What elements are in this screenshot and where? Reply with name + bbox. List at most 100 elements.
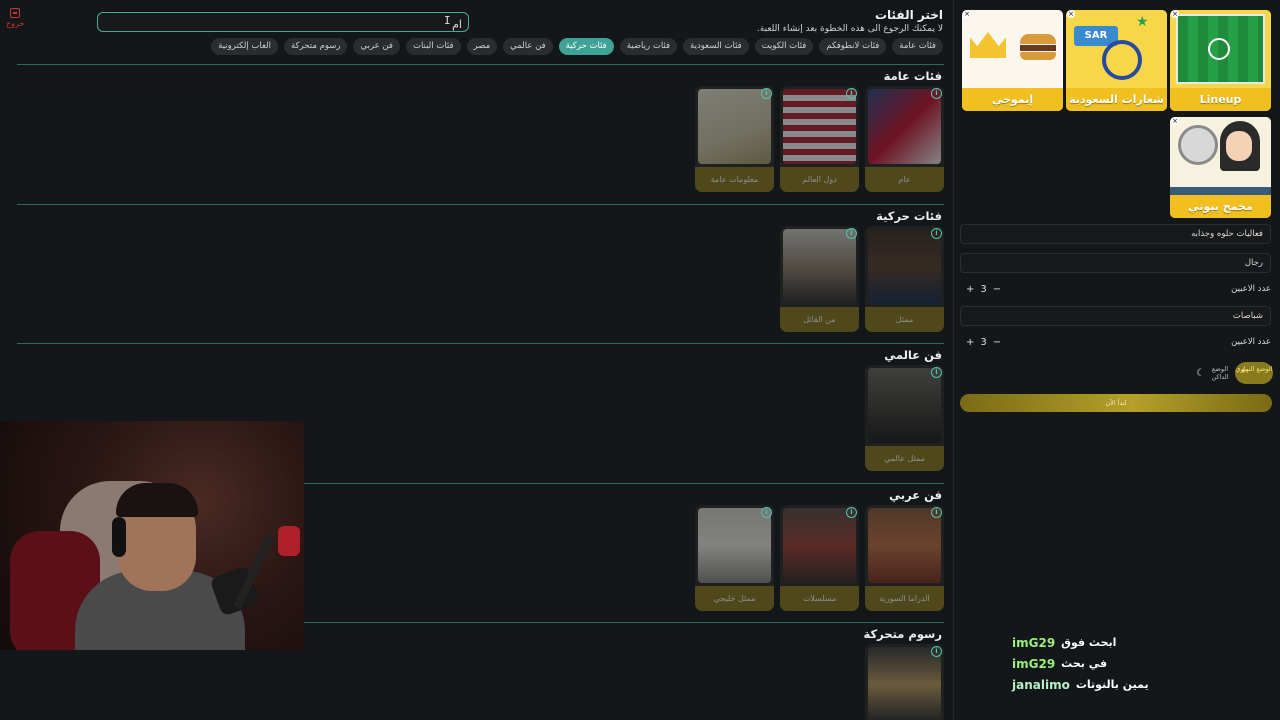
card-label: الدراما السورية: [865, 586, 944, 611]
team1-name-input[interactable]: رجال: [960, 253, 1271, 273]
chip-world-art[interactable]: فن عالمي: [503, 38, 553, 55]
logout-label: خروج: [6, 19, 25, 28]
category-card[interactable]: ممثل خليجي: [695, 505, 774, 611]
remove-icon[interactable]: ×: [963, 10, 971, 18]
category-card[interactable]: مسلسلات: [780, 505, 859, 611]
search-box[interactable]: [97, 12, 469, 34]
card-image: SAR ★: [1066, 10, 1167, 88]
chat-message: imG29 في بحث: [1012, 653, 1149, 674]
category-card[interactable]: ممثل عالمي: [865, 365, 944, 471]
section-divider: [17, 204, 944, 205]
card-label: معلومات عامة: [695, 167, 774, 192]
minus-icon[interactable]: −: [993, 337, 1001, 348]
section-title: رسوم متحركة: [863, 627, 943, 641]
section-title: فن عربي: [889, 488, 942, 502]
chat-overlay: imG29 ابحث فوق imG29 في بحث janalimo يمي…: [1012, 632, 1149, 695]
selected-card-lineup[interactable]: × Lineup: [1170, 10, 1271, 111]
chat-text: في بحث: [1061, 657, 1108, 670]
category-card[interactable]: ممثل: [865, 226, 944, 332]
moon-icon: ☾: [1196, 367, 1205, 379]
panel-divider: [953, 0, 954, 720]
team1-players-value: 3: [980, 283, 987, 295]
card-image: [698, 508, 771, 583]
category-card[interactable]: الدراما السورية: [865, 505, 944, 611]
plus-icon[interactable]: +: [966, 284, 974, 295]
logout-button[interactable]: خروج: [6, 8, 24, 28]
section-general: فئات عامة عام i دول العالم i معلومات عام…: [12, 64, 944, 194]
card-label: عام: [865, 167, 944, 192]
card-label: Lineup: [1170, 88, 1271, 111]
chip-general[interactable]: فئات عامة: [892, 38, 943, 55]
chip-kuwait[interactable]: فئات الكويت: [754, 38, 814, 55]
chip-sports[interactable]: فئات رياضية: [619, 38, 678, 55]
card-label: ممثل عالمي: [865, 446, 944, 471]
minus-icon[interactable]: −: [993, 284, 1001, 295]
section-title: فن عالمي: [884, 348, 942, 362]
chip-lantofkom[interactable]: فئات لانطوفكم: [819, 38, 887, 55]
info-icon[interactable]: i: [931, 646, 942, 657]
info-icon[interactable]: i: [931, 88, 942, 99]
category-card[interactable]: من القائل: [780, 226, 859, 332]
game-name-input[interactable]: فعاليات حلوه وجذابه: [960, 224, 1271, 244]
chip-video-games[interactable]: العاب إلكترونية: [211, 38, 278, 55]
category-card[interactable]: معلومات عامة: [695, 86, 774, 192]
card-image: [962, 10, 1063, 88]
selected-card-emoji[interactable]: × إيموجي: [962, 10, 1063, 111]
selected-card-beauty[interactable]: × مخمخ بيوتي: [1170, 117, 1271, 218]
plus-icon[interactable]: +: [966, 337, 974, 348]
section-title: فئات عامة: [883, 69, 942, 83]
category-card[interactable]: عام: [865, 86, 944, 192]
text-cursor-icon: I: [444, 14, 451, 27]
chat-text: يمين بالنوتات: [1075, 678, 1149, 691]
section-action: فئات حركية ممثل i من القائل i: [12, 204, 944, 334]
category-card[interactable]: دول العالم: [780, 86, 859, 192]
info-icon[interactable]: i: [931, 367, 942, 378]
section-divider: [17, 64, 944, 65]
category-filter-chips: فئات عامة فئات لانطوفكم فئات الكويت فئات…: [211, 38, 943, 55]
team2-players-value: 3: [980, 336, 987, 348]
webcam-hair: [116, 483, 198, 517]
chip-arab-art[interactable]: فن عربي: [353, 38, 400, 55]
chip-girls[interactable]: فئات البنات: [405, 38, 461, 55]
card-image: [783, 89, 856, 164]
info-icon[interactable]: i: [846, 88, 857, 99]
card-image: [868, 229, 941, 304]
card-label: ممثل: [865, 307, 944, 332]
card-image: [868, 508, 941, 583]
theme-toggle[interactable]: ☾ الوضع الداكن الوضع النهاري: [1196, 362, 1273, 384]
start-game-button[interactable]: ابدأ الآن: [960, 394, 1272, 412]
chat-username: janalimo: [1012, 677, 1070, 692]
info-icon[interactable]: i: [761, 507, 772, 518]
info-icon[interactable]: i: [931, 228, 942, 239]
chip-egypt[interactable]: مصر: [466, 38, 498, 55]
card-image: [783, 508, 856, 583]
remove-icon[interactable]: ×: [1171, 10, 1179, 18]
chip-saudi[interactable]: فئات السعودية: [683, 38, 749, 55]
card-image: [698, 89, 771, 164]
team2-name-input[interactable]: شباصات: [960, 306, 1271, 326]
light-mode-pill[interactable]: الوضع النهاري: [1234, 362, 1273, 384]
remove-icon[interactable]: ×: [1067, 10, 1075, 18]
card-label: شعارات السعودية: [1066, 88, 1167, 111]
info-icon[interactable]: i: [931, 507, 942, 518]
chat-text: ابحث فوق: [1061, 636, 1117, 649]
remove-icon[interactable]: ×: [1171, 117, 1179, 125]
card-label: دول العالم: [780, 167, 859, 192]
team2-players-label: عدد الاعبين: [1231, 337, 1271, 347]
dark-mode-label: الوضع الداكن: [1211, 365, 1229, 381]
logout-icon: [10, 8, 20, 18]
selected-card-saudi-logos[interactable]: × SAR ★ شعارات السعودية: [1066, 10, 1167, 111]
info-icon[interactable]: i: [846, 228, 857, 239]
team2-players-stepper: + 3 −: [962, 334, 1005, 350]
card-label: من القائل: [780, 307, 859, 332]
info-icon[interactable]: i: [761, 88, 772, 99]
chip-action[interactable]: فئات حركية: [558, 38, 614, 55]
card-label: مخمخ بيوتي: [1170, 195, 1271, 218]
search-input[interactable]: [98, 15, 468, 34]
team1-players-label: عدد الاعبين: [1231, 284, 1271, 294]
info-icon[interactable]: i: [846, 507, 857, 518]
chip-cartoons[interactable]: رسوم متحركة: [284, 38, 348, 55]
card-image: [868, 647, 941, 720]
chat-message: imG29 ابحث فوق: [1012, 632, 1149, 653]
page-title: اختر الفئات: [874, 8, 943, 22]
